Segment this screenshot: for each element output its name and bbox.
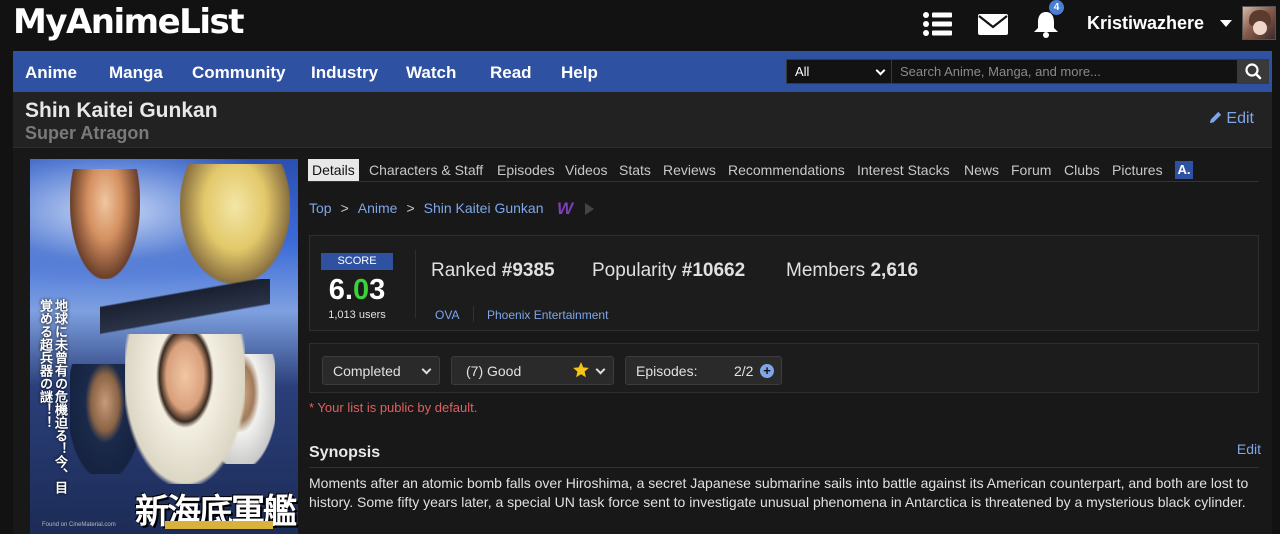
score-value: 6.03 — [321, 274, 393, 307]
tab-news[interactable]: News — [960, 159, 1003, 181]
synopsis-heading: Synopsis — [309, 444, 381, 461]
members-stat[interactable]: Members 2,616 — [786, 260, 918, 282]
page-title: Shin Kaitei Gunkan — [25, 99, 218, 122]
tab-reviews[interactable]: Reviews — [659, 159, 720, 181]
studio-link[interactable]: Phoenix Entertainment — [487, 308, 608, 322]
edit-label: Edit — [1226, 110, 1254, 127]
synopsis-divider — [309, 467, 1259, 468]
score-divider — [415, 250, 416, 318]
tab-interest-stacks[interactable]: Interest Stacks — [853, 159, 954, 181]
breadcrumb-separator: > — [406, 200, 415, 216]
rating-select[interactable]: (7) Good — [451, 356, 614, 385]
synopsis-text: Moments after an atomic bomb falls over … — [309, 475, 1249, 510]
members-label: Members — [786, 260, 866, 281]
tab-underline — [308, 181, 1259, 182]
list-status-select[interactable]: Completed — [322, 356, 440, 385]
nav-community[interactable]: Community — [192, 63, 286, 83]
plus-icon[interactable]: + — [760, 364, 774, 378]
tab-forum[interactable]: Forum — [1007, 159, 1055, 181]
chevron-down-icon — [421, 364, 432, 375]
w-logo-icon[interactable]: W — [557, 199, 574, 218]
notification-badge: 4 — [1049, 0, 1064, 15]
public-list-note: * Your list is public by default. — [309, 400, 478, 415]
avatar[interactable] — [1242, 6, 1276, 40]
chevron-down-icon — [595, 364, 606, 375]
type-link[interactable]: OVA — [435, 308, 459, 322]
tab-clubs[interactable]: Clubs — [1060, 159, 1104, 181]
username[interactable]: Kristiwazhere — [1087, 13, 1204, 34]
nav-industry[interactable]: Industry — [311, 63, 378, 83]
poster-tagline: 地球に未曾有の危機迫る！今、目覚める超兵器の謎！！ — [38, 299, 68, 494]
content-area: Shin Kaitei Gunkan Super Atragon Edit 地球… — [13, 92, 1272, 534]
chevron-down-icon — [875, 65, 886, 76]
episodes-value: 2/2 — [734, 363, 754, 379]
poster-ship — [100, 279, 270, 339]
search-scope-value: All — [795, 64, 810, 79]
ranked-value: #9385 — [501, 260, 555, 281]
meta-divider — [473, 306, 474, 322]
tab-pictures[interactable]: Pictures — [1108, 159, 1167, 181]
score-int: 6. — [328, 274, 353, 306]
score-mid-digit: 0 — [352, 274, 370, 306]
search-button[interactable] — [1238, 59, 1269, 84]
breadcrumb-anime[interactable]: Anime — [358, 200, 398, 216]
score-users: 1,013 users — [328, 309, 386, 321]
poster-figure — [125, 334, 245, 484]
tab-details[interactable]: Details — [308, 159, 359, 181]
breadcrumb-current[interactable]: Shin Kaitei Gunkan — [424, 200, 544, 216]
anilist-icon[interactable]: A. — [1175, 161, 1193, 179]
breadcrumb-top[interactable]: Top — [309, 200, 332, 216]
list-icon[interactable] — [922, 10, 954, 38]
synopsis-edit-link[interactable]: Edit — [1237, 441, 1261, 457]
nav-anime[interactable]: Anime — [25, 63, 77, 83]
ranked-stat[interactable]: Ranked #9385 — [431, 260, 555, 282]
poster-subtitle-bar — [165, 521, 273, 529]
title-bar: Shin Kaitei Gunkan Super Atragon Edit — [13, 92, 1272, 148]
nav-help[interactable]: Help — [561, 63, 598, 83]
popularity-value: #10662 — [681, 260, 746, 281]
episodes-control[interactable]: Episodes: 2/2 + — [625, 356, 782, 385]
tab-stats[interactable]: Stats — [615, 159, 655, 181]
breadcrumb: Top > Anime > Shin Kaitei Gunkan — [309, 200, 544, 216]
nav-watch[interactable]: Watch — [406, 63, 456, 83]
list-status-value: Completed — [333, 363, 401, 379]
popularity-label: Popularity — [592, 260, 677, 281]
site-logo[interactable]: MyAnimeList — [13, 2, 244, 42]
tab-episodes[interactable]: Episodes — [493, 159, 559, 181]
anime-poster[interactable]: 地球に未曾有の危機迫る！今、目覚める超兵器の謎！！ 新海底軍艦 Found on… — [30, 159, 298, 534]
poster-figure — [70, 169, 140, 279]
nav-read[interactable]: Read — [490, 63, 532, 83]
pencil-icon — [1210, 111, 1222, 124]
caret-down-icon[interactable] — [1220, 20, 1232, 27]
play-icon[interactable] — [585, 203, 594, 215]
search-icon — [1245, 63, 1262, 80]
rating-value: (7) Good — [466, 363, 522, 379]
top-header: MyAnimeList 4 Kristiwazhere — [0, 0, 1280, 50]
score-end-digit: 3 — [369, 274, 386, 306]
ranked-label: Ranked — [431, 260, 497, 281]
mail-icon[interactable] — [977, 10, 1009, 38]
nav-manga[interactable]: Manga — [109, 63, 163, 83]
tab-characters-staff[interactable]: Characters & Staff — [365, 159, 487, 181]
search-scope-select[interactable]: All — [786, 59, 892, 84]
score-stats-box: SCORE 6.03 1,013 users Ranked #9385 Popu… — [309, 235, 1259, 331]
score-label: SCORE — [321, 253, 393, 270]
edit-title-link[interactable]: Edit — [1208, 110, 1254, 128]
list-status-box: Completed (7) Good Episodes: 2/2 + — [309, 343, 1259, 393]
english-title: Super Atragon — [25, 123, 150, 143]
popularity-stat[interactable]: Popularity #10662 — [592, 260, 745, 282]
search-input[interactable] — [892, 59, 1238, 84]
main-nav: Anime Manga Community Industry Watch Rea… — [13, 51, 1272, 92]
members-value: 2,616 — [870, 260, 919, 281]
tab-recommendations[interactable]: Recommendations — [724, 159, 849, 181]
poster-credit: Found on CineMaterial.com — [42, 522, 116, 528]
poster-figure — [180, 164, 290, 284]
episodes-label: Episodes: — [636, 363, 698, 379]
tab-videos[interactable]: Videos — [561, 159, 612, 181]
star-icon — [573, 362, 589, 378]
breadcrumb-separator: > — [340, 200, 349, 216]
